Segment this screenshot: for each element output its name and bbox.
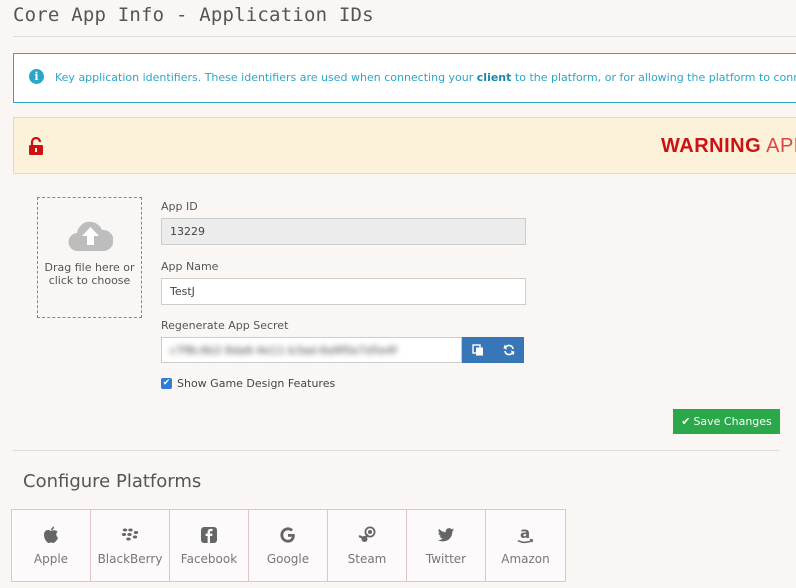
blackberry-icon [121,528,139,541]
copy-icon [471,344,483,356]
regenerate-secret-button[interactable] [493,337,524,363]
info-alert-text: Key application identifiers. These ident… [55,71,796,84]
app-id-field[interactable] [161,218,526,245]
app-name-field[interactable] [161,278,526,305]
twitter-icon [437,528,454,542]
svg-text:a: a [520,525,530,542]
warning-heading: WARNING APP [661,135,796,157]
steam-icon [358,526,376,542]
platform-blackberry[interactable]: BlackBerry [91,510,170,581]
platform-google[interactable]: Google [249,510,328,581]
refresh-icon [502,344,515,356]
app-name-label: App Name [161,260,219,273]
info-icon: i [29,69,44,84]
platform-steam[interactable]: Steam [328,510,407,581]
show-game-design-checkbox[interactable]: ✔ [161,378,172,389]
dropzone-label: Drag file here or click to choose [44,261,135,287]
file-dropzone[interactable]: Drag file here or click to choose [37,197,142,318]
app-secret-label: Regenerate App Secret [161,319,289,332]
platform-label: Steam [347,552,387,566]
page-title: Core App Info - Application IDs [13,4,374,26]
google-icon [280,527,295,543]
app-secret-value: c7f8c4b2-9da6-4e11-b3ad-6a9f0e7d5e4f [170,344,398,357]
facebook-icon [201,527,217,543]
save-changes-button[interactable]: ✔ Save Changes [673,409,780,434]
platform-label: Apple [33,552,69,566]
info-alert: i Key application identifiers. These ide… [13,53,796,103]
app-secret-field[interactable]: c7f8c4b2-9da6-4e11-b3ad-6a9f0e7d5e4f [161,337,462,363]
platform-list: Apple BlackBerry Facebook Google Steam T… [11,509,566,582]
copy-secret-button[interactable] [462,337,493,363]
platform-label: Facebook [180,552,238,566]
platform-twitter[interactable]: Twitter [407,510,486,581]
platform-label: Twitter [425,552,467,566]
platform-facebook[interactable]: Facebook [170,510,249,581]
apple-icon [44,526,58,543]
unlock-icon [29,137,43,155]
platform-label: BlackBerry [97,552,163,566]
app-id-label: App ID [161,200,198,213]
configure-platforms-title: Configure Platforms [23,471,202,492]
cloud-upload-icon [68,221,113,252]
platform-label: Amazon [501,552,550,566]
platform-label: Google [266,552,310,566]
check-icon: ✔ [681,415,691,428]
warning-alert: WARNING APP [13,117,796,174]
platform-amazon[interactable]: a Amazon [486,510,565,581]
title-divider [13,36,796,37]
platform-apple[interactable]: Apple [12,510,91,581]
section-divider [13,450,779,451]
amazon-icon: a [517,525,534,544]
show-game-design-label: Show Game Design Features [177,377,336,390]
